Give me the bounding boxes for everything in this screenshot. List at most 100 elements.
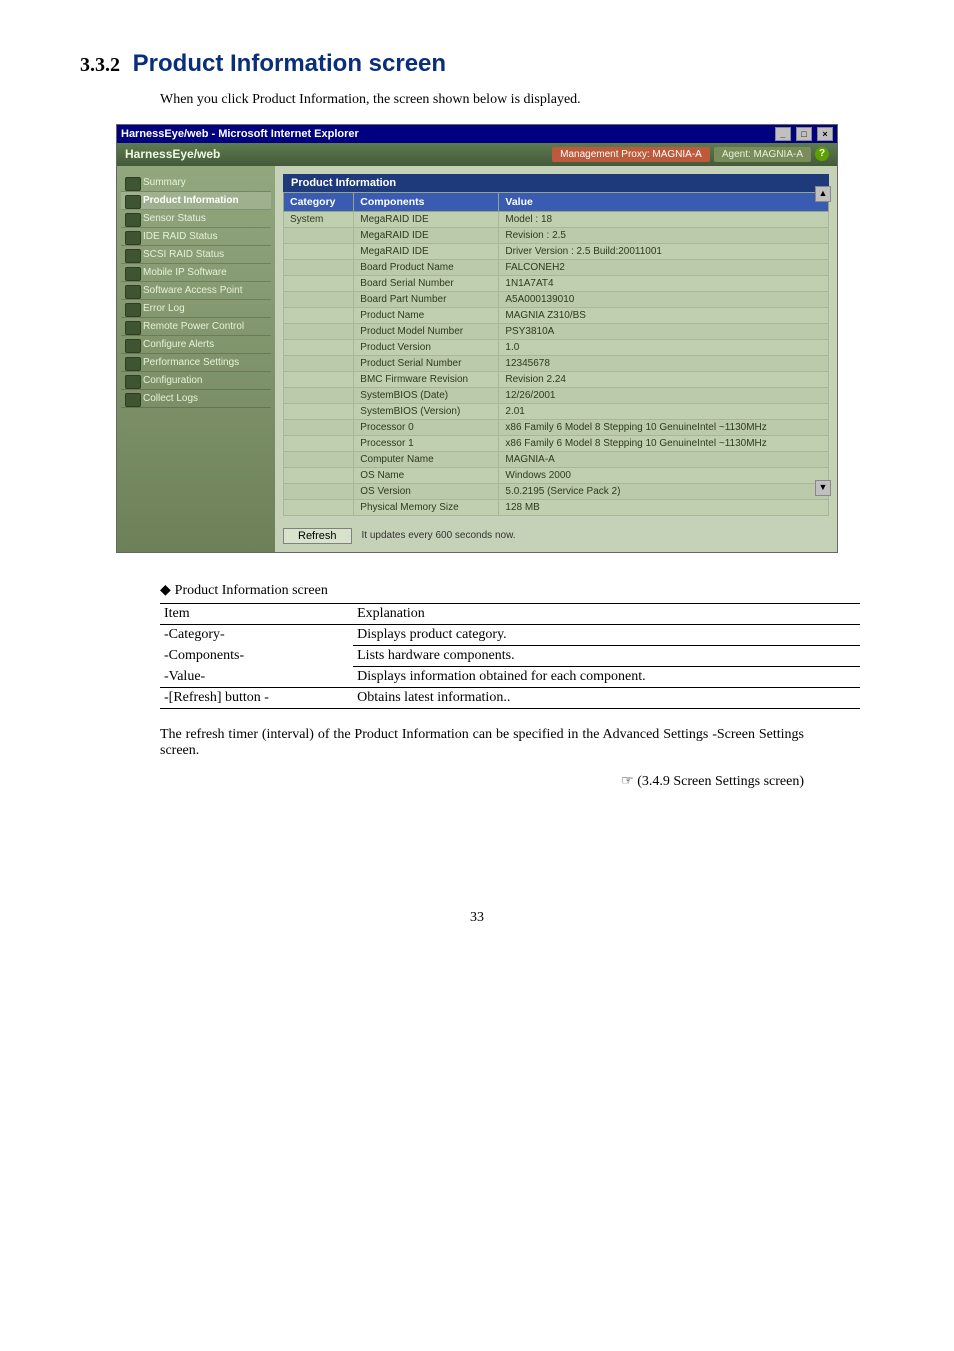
table-cell: Board Product Name [354, 259, 499, 275]
table-cell [284, 275, 354, 291]
table-row: SystemBIOS (Date)12/26/2001 [284, 387, 829, 403]
table-cell [284, 371, 354, 387]
sidebar-item-software-access-point[interactable]: Software Access Point [121, 282, 271, 300]
table-cell: Product Serial Number [354, 355, 499, 371]
table-row: OS Version5.0.2195 (Service Pack 2) [284, 483, 829, 499]
table-cell: 1N1A7AT4 [499, 275, 829, 291]
table-row: MegaRAID IDERevision : 2.5 [284, 227, 829, 243]
table-cell: 1.0 [499, 339, 829, 355]
table-cell: Product Model Number [354, 323, 499, 339]
sidebar-item-configuration[interactable]: Configuration [121, 372, 271, 390]
table-cell [284, 227, 354, 243]
table-row: Board Product NameFALCONEH2 [284, 259, 829, 275]
table-row: Product Serial Number12345678 [284, 355, 829, 371]
col-components: Components [354, 192, 499, 211]
table-cell [284, 403, 354, 419]
sidebar-item-summary[interactable]: Summary [121, 174, 271, 192]
explain-head-explanation: Explanation [353, 603, 860, 624]
sidebar-item-performance-settings[interactable]: Performance Settings [121, 354, 271, 372]
caption-text: Product Information screen [175, 583, 328, 598]
panel-title: Product Information [283, 174, 829, 192]
help-icon[interactable]: ? [815, 147, 829, 161]
table-cell [284, 339, 354, 355]
table-cell: MAGNIA-A [499, 451, 829, 467]
table-cell [284, 307, 354, 323]
sidebar-item-configure-alerts[interactable]: Configure Alerts [121, 336, 271, 354]
explain-item: -Value- [160, 666, 353, 687]
sidebar-item-mobile-ip-software[interactable]: Mobile IP Software [121, 264, 271, 282]
table-cell [284, 323, 354, 339]
table-row: Product Model NumberPSY3810A [284, 323, 829, 339]
page-number: 33 [80, 910, 874, 926]
product-info-table: Category Components Value SystemMegaRAID… [283, 192, 829, 516]
table-row: OS NameWindows 2000 [284, 467, 829, 483]
table-row: MegaRAID IDEDriver Version : 2.5 Build:2… [284, 243, 829, 259]
content-area: ▲ ▼ Product Information Category Compone… [275, 166, 837, 552]
table-cell: Product Name [354, 307, 499, 323]
sidebar-item-ide-raid-status[interactable]: IDE RAID Status [121, 228, 271, 246]
sidebar-item-sensor-status[interactable]: Sensor Status [121, 210, 271, 228]
sidebar-item-collect-logs[interactable]: Collect Logs [121, 390, 271, 408]
table-row: Board Serial Number1N1A7AT4 [284, 275, 829, 291]
table-cell: 2.01 [499, 403, 829, 419]
table-row: SystemBIOS (Version)2.01 [284, 403, 829, 419]
explain-head-item: Item [160, 603, 353, 624]
table-cell: x86 Family 6 Model 8 Stepping 10 Genuine… [499, 435, 829, 451]
explain-item: -Category- [160, 624, 353, 645]
maximize-button[interactable]: □ [796, 127, 812, 141]
diamond-icon: ◆ [160, 581, 175, 597]
col-category: Category [284, 192, 354, 211]
sidebar-item-scsi-raid-status[interactable]: SCSI RAID Status [121, 246, 271, 264]
table-cell: Processor 0 [354, 419, 499, 435]
table-row: Computer NameMAGNIA-A [284, 451, 829, 467]
table-cell [284, 387, 354, 403]
minimize-button[interactable]: _ [775, 127, 791, 141]
table-cell: 128 MB [499, 499, 829, 515]
table-row: Processor 1x86 Family 6 Model 8 Stepping… [284, 435, 829, 451]
table-cell: Board Serial Number [354, 275, 499, 291]
table-cell [284, 499, 354, 515]
table-cell: BMC Firmware Revision [354, 371, 499, 387]
explain-item: -Components- [160, 645, 353, 666]
table-cell: Computer Name [354, 451, 499, 467]
explain-value: Displays product category. [353, 624, 860, 645]
window-titlebar: HarnessEye/web - Microsoft Internet Expl… [117, 125, 837, 143]
explain-value: Lists hardware components. [353, 645, 860, 666]
shell: Summary Product Information Sensor Statu… [117, 166, 837, 552]
ie-window: HarnessEye/web - Microsoft Internet Expl… [116, 124, 838, 553]
sidebar-item-product-information[interactable]: Product Information [121, 192, 271, 210]
table-cell [284, 291, 354, 307]
table-cell: Board Part Number [354, 291, 499, 307]
table-cell: MegaRAID IDE [354, 211, 499, 227]
table-row: BMC Firmware RevisionRevision 2.24 [284, 371, 829, 387]
body-paragraph: The refresh timer (interval) of the Prod… [160, 727, 804, 759]
app-topbar: HarnessEye/web Management Proxy: MAGNIA-… [117, 143, 837, 166]
close-button[interactable]: × [817, 127, 833, 141]
scroll-up-button[interactable]: ▲ [815, 186, 831, 202]
figure-caption: ◆ Product Information screen [160, 581, 874, 599]
section-number: 3.3.2 [80, 54, 120, 76]
scroll-down-button[interactable]: ▼ [815, 480, 831, 496]
sidebar-item-remote-power-control[interactable]: Remote Power Control [121, 318, 271, 336]
table-row: Physical Memory Size128 MB [284, 499, 829, 515]
table-row: SystemMegaRAID IDEModel : 18 [284, 211, 829, 227]
explanation-table: Item Explanation -Category- Displays pro… [160, 603, 860, 709]
table-cell: Driver Version : 2.5 Build:20011001 [499, 243, 829, 259]
refresh-button[interactable]: Refresh [283, 528, 352, 544]
table-cell: x86 Family 6 Model 8 Stepping 10 Genuine… [499, 419, 829, 435]
table-cell: SystemBIOS (Version) [354, 403, 499, 419]
table-cell: Revision : 2.5 [499, 227, 829, 243]
table-cell: Model : 18 [499, 211, 829, 227]
table-cell: Windows 2000 [499, 467, 829, 483]
sidebar: Summary Product Information Sensor Statu… [117, 166, 275, 552]
window-title: HarnessEye/web - Microsoft Internet Expl… [121, 128, 359, 140]
table-cell [284, 355, 354, 371]
table-cell: Product Version [354, 339, 499, 355]
table-row: Product NameMAGNIA Z310/BS [284, 307, 829, 323]
explain-item: -[Refresh] button - [160, 687, 353, 708]
cross-reference: ☞ (3.4.9 Screen Settings screen) [80, 773, 804, 790]
table-cell [284, 419, 354, 435]
table-row: Board Part NumberA5A000139010 [284, 291, 829, 307]
sidebar-item-error-log[interactable]: Error Log [121, 300, 271, 318]
section-heading: 3.3.2 Product Information screen [80, 50, 874, 78]
